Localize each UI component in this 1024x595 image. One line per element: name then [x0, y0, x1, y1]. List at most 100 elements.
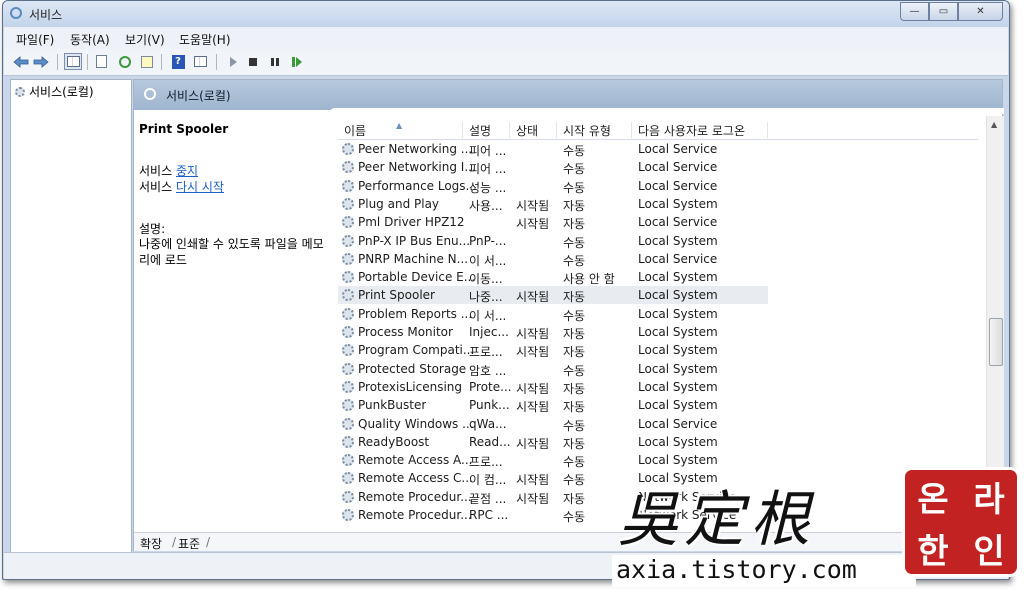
cell-startup: 자동 — [563, 198, 586, 213]
scroll-up-arrow-icon[interactable]: ▲ — [991, 120, 997, 129]
cell-name: Program Compati... — [358, 343, 475, 358]
seal-char: 인 — [973, 531, 1005, 572]
cell-status: 시작됨 — [516, 381, 550, 396]
tab-standard[interactable]: 표준 — [178, 535, 200, 552]
cell-startup: 자동 — [563, 436, 586, 451]
restart-service-icon[interactable] — [288, 53, 306, 70]
cell-name: PunkBuster — [358, 398, 427, 413]
scrollbar-thumb[interactable] — [989, 318, 1003, 366]
service-gear-icon — [342, 472, 354, 485]
console-tree: 서비스(로컬) — [10, 79, 132, 553]
column-header-startup-type[interactable]: 시작 유형 — [557, 122, 632, 138]
cell-startup: 수동 — [563, 180, 586, 195]
tree-item-services-local[interactable]: 서비스(로컬) — [15, 83, 94, 100]
menu-action[interactable]: 동작(A) — [70, 31, 110, 48]
menu-view[interactable]: 보기(V) — [125, 31, 165, 48]
cell-logon: Local Service — [638, 215, 718, 230]
service-gear-icon — [342, 326, 354, 338]
cell-startup: 수동 — [563, 235, 586, 250]
service-gear-icon — [342, 490, 354, 503]
refresh-icon[interactable] — [116, 53, 134, 70]
maximize-button[interactable]: ▭ — [929, 2, 958, 21]
title-bar[interactable]: 서비스 — ▭ ✕ — [3, 1, 1009, 27]
column-header-description[interactable]: 설명 — [463, 122, 510, 138]
table-row[interactable]: Plug and Play 사용... 시작됨 자동 Local System — [338, 195, 978, 213]
service-gear-icon — [342, 179, 354, 192]
column-header-logon-as[interactable]: 다음 사용자로 로그온 — [632, 122, 768, 138]
service-gear-icon — [342, 234, 354, 247]
selected-service-name: Print Spooler — [139, 122, 229, 136]
table-row[interactable]: Program Compati... 프로... 시작됨 자동 Local System — [338, 341, 978, 359]
table-row[interactable]: ProtexisLicensing Prote... 시작됨 자동 Local Syst… — [338, 378, 978, 396]
stop-service-link[interactable]: 중지 — [176, 164, 198, 178]
cell-status: 시작됨 — [516, 473, 550, 488]
service-gear-icon — [342, 271, 354, 284]
properties-icon[interactable] — [92, 53, 110, 70]
menu-file[interactable]: 파일(F) — [16, 31, 54, 48]
list-tab-notch — [329, 108, 1004, 114]
cell-name: Remote Access A... — [358, 453, 473, 468]
cell-name: Remote Procedur... — [358, 508, 472, 522]
watermark-url: axia.tistory.com — [612, 555, 916, 587]
table-row[interactable]: Process Monitor Injec... 시작됨 자동 Local System — [338, 323, 978, 341]
toolbar-separator — [87, 54, 88, 70]
service-gear-icon — [342, 454, 354, 467]
cell-startup: 수동 — [563, 308, 586, 323]
table-row[interactable]: Peer Networking I... 피어 ... 수동 Local Servic… — [338, 158, 978, 176]
help-icon[interactable]: ? — [169, 53, 187, 70]
cell-desc: Read... — [469, 434, 511, 449]
table-row[interactable]: ReadyBoost Read... 시작됨 자동 Local System — [338, 433, 978, 451]
cell-name: Pml Driver HPZ12 — [358, 215, 465, 230]
forward-arrow-icon[interactable] — [32, 53, 50, 70]
table-row[interactable]: PNRP Machine N... 이 서... 수동 Local Service — [338, 250, 978, 268]
table-row[interactable]: Problem Reports ... 이 서... 수동 Local System — [338, 305, 978, 323]
cell-desc: Prote... — [469, 379, 512, 394]
cell-logon: Local System — [638, 361, 718, 376]
table-row[interactable]: PnP-X IP Bus Enu... PnP-... 수동 Local System — [338, 232, 978, 250]
watermark: 吳定根 axia.tistory.com 온 라 한 인 — [612, 465, 1024, 595]
search-icon — [144, 88, 156, 100]
show-hide-pane-icon[interactable] — [191, 53, 209, 70]
cell-logon: Local System — [638, 379, 718, 394]
cell-desc: 이 서... — [469, 308, 507, 323]
cell-status: 시작됨 — [516, 345, 550, 360]
table-row[interactable]: Protected Storage 암호 ... 수동 Local System — [338, 360, 978, 378]
table-row[interactable]: Print Spooler 나중... 시작됨 자동 Local System — [338, 286, 768, 305]
minimize-button[interactable]: — — [900, 2, 929, 21]
cell-startup: 자동 — [563, 327, 586, 341]
table-row[interactable]: Performance Logs... 성능 ... 수동 Local Service — [338, 177, 978, 195]
start-service-icon[interactable] — [224, 53, 242, 70]
column-header-status[interactable]: 상태 — [510, 122, 557, 138]
table-row[interactable]: Quality Windows ... qWa... 수동 Local Service — [338, 415, 978, 433]
watermark-seal: 온 라 한 인 — [902, 467, 1020, 577]
close-button[interactable]: ✕ — [958, 2, 1003, 21]
menu-help[interactable]: 도움말(H) — [179, 31, 231, 48]
cell-desc: Injec... — [469, 325, 509, 339]
table-row[interactable]: Portable Device E... 이동... 사용 안 함 Local Sys… — [338, 268, 978, 286]
column-header-name-label: 이름 — [344, 124, 367, 138]
table-row[interactable]: Peer Networking ... 피어 ... 수동 Local Service — [338, 140, 978, 158]
tree-item-label: 서비스(로컬) — [29, 85, 94, 99]
pause-service-icon[interactable] — [266, 53, 284, 70]
toolbar-separator — [57, 54, 58, 70]
stop-service-icon[interactable] — [244, 53, 262, 70]
service-gear-icon — [342, 161, 354, 174]
console-tree-toggle-icon[interactable] — [64, 53, 82, 70]
table-row[interactable]: Pml Driver HPZ12 시작됨 자동 Local Service — [338, 213, 978, 231]
content-header: 서비스(로컬) — [134, 80, 1002, 110]
tab-extended[interactable]: 확장 — [140, 535, 162, 552]
cell-logon: Local System — [638, 343, 718, 358]
export-list-icon[interactable] — [138, 53, 156, 70]
restart-service-link[interactable]: 다시 시작 — [176, 180, 224, 194]
content-header-title: 서비스(로컬) — [166, 89, 231, 103]
back-arrow-icon[interactable] — [12, 53, 30, 70]
table-row[interactable]: PunkBuster Punk... 시작됨 자동 Local System — [338, 396, 978, 414]
cell-name: Protected Storage — [358, 361, 467, 376]
cell-status: 시작됨 — [516, 491, 550, 506]
toolbar-separator — [161, 54, 162, 70]
column-header-name[interactable]: 이름 ▲ — [338, 121, 463, 138]
cell-startup: 수동 — [563, 144, 586, 158]
service-gear-icon — [342, 435, 354, 448]
cell-logon: Local Service — [638, 142, 718, 156]
service-gear-icon — [342, 362, 354, 375]
